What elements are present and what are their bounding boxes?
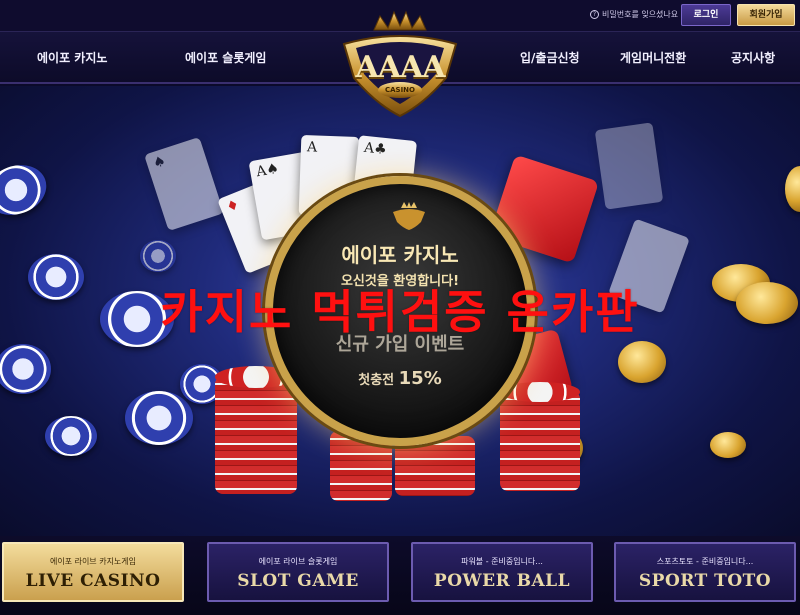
hero-banner: ♠ ♦ A♠ A A♣ 에이포 카지노 오신것을 환영합니다! 신규 가입 이벤…	[0, 86, 800, 536]
game-menu: 에이포 라이브 카지노게임 LIVE CASINO 에이포 라이브 슬롯게임 S…	[0, 536, 800, 615]
nav-item-money-exchange[interactable]: 게임머니전환	[620, 49, 686, 66]
medallion-first-deposit: 첫충전 15%	[273, 368, 527, 389]
first-deposit-label: 첫충전	[358, 373, 395, 388]
logo-text: AAAA	[355, 50, 445, 85]
forgot-password-link[interactable]: ? 비밀번호를 잊으셨나요	[590, 9, 678, 20]
red-chip-stack	[215, 376, 297, 494]
game-title: POWER BALL	[433, 571, 571, 591]
nav-item-notice[interactable]: 공지사항	[731, 49, 775, 66]
watermark-overlay-text: 카지노 먹튀검증 온카판	[160, 285, 640, 339]
blue-chip	[0, 156, 54, 224]
game-subtitle: 스포츠토토 - 준비중입니다...	[656, 557, 754, 566]
game-subtitle: 파워볼 - 준비중입니다...	[461, 557, 543, 566]
medallion-title: 에이포 카지노	[341, 243, 459, 267]
nav-item-slot[interactable]: 에이포 슬롯게임	[185, 49, 266, 66]
game-button-sport-toto[interactable]: 스포츠토토 - 준비중입니다... SPORT TOTO	[614, 542, 796, 602]
game-button-slot[interactable]: 에이포 라이브 슬롯게임 SLOT GAME	[207, 542, 389, 602]
playing-card	[594, 122, 664, 210]
login-button[interactable]: 로그인	[681, 4, 731, 26]
gold-coin	[618, 341, 666, 383]
join-button[interactable]: 회원가입	[737, 4, 795, 26]
nav-item-deposit-withdraw[interactable]: 입/출금신청	[520, 49, 580, 66]
playing-card: ♠	[144, 136, 224, 232]
game-button-live-casino[interactable]: 에이포 라이브 카지노게임 LIVE CASINO	[2, 542, 184, 602]
site-logo[interactable]: AAAA CASINO	[334, 8, 466, 120]
logo-subtext: CASINO	[384, 86, 415, 94]
gold-coin	[710, 432, 746, 458]
blue-chip	[125, 391, 193, 445]
blue-chip	[140, 240, 176, 272]
game-title: SLOT GAME	[237, 571, 359, 591]
nav-item-casino[interactable]: 에이포 카지노	[37, 49, 107, 66]
gold-coin	[785, 166, 800, 212]
medallion-logo-icon	[393, 202, 425, 230]
blue-chip	[0, 344, 51, 394]
game-subtitle: 에이포 라이브 카지노게임	[49, 557, 137, 566]
game-title: SPORT TOTO	[638, 571, 772, 591]
game-subtitle: 에이포 라이브 슬롯게임	[258, 557, 338, 566]
blue-chip	[45, 416, 97, 456]
forgot-password-label: 비밀번호를 잊으셨나요	[602, 10, 679, 19]
game-title: LIVE CASINO	[25, 571, 161, 591]
red-chip-stack	[500, 391, 580, 491]
first-deposit-value: 15%	[398, 368, 442, 389]
question-icon: ?	[590, 10, 599, 19]
game-button-power-ball[interactable]: 파워볼 - 준비중입니다... POWER BALL	[411, 542, 593, 602]
